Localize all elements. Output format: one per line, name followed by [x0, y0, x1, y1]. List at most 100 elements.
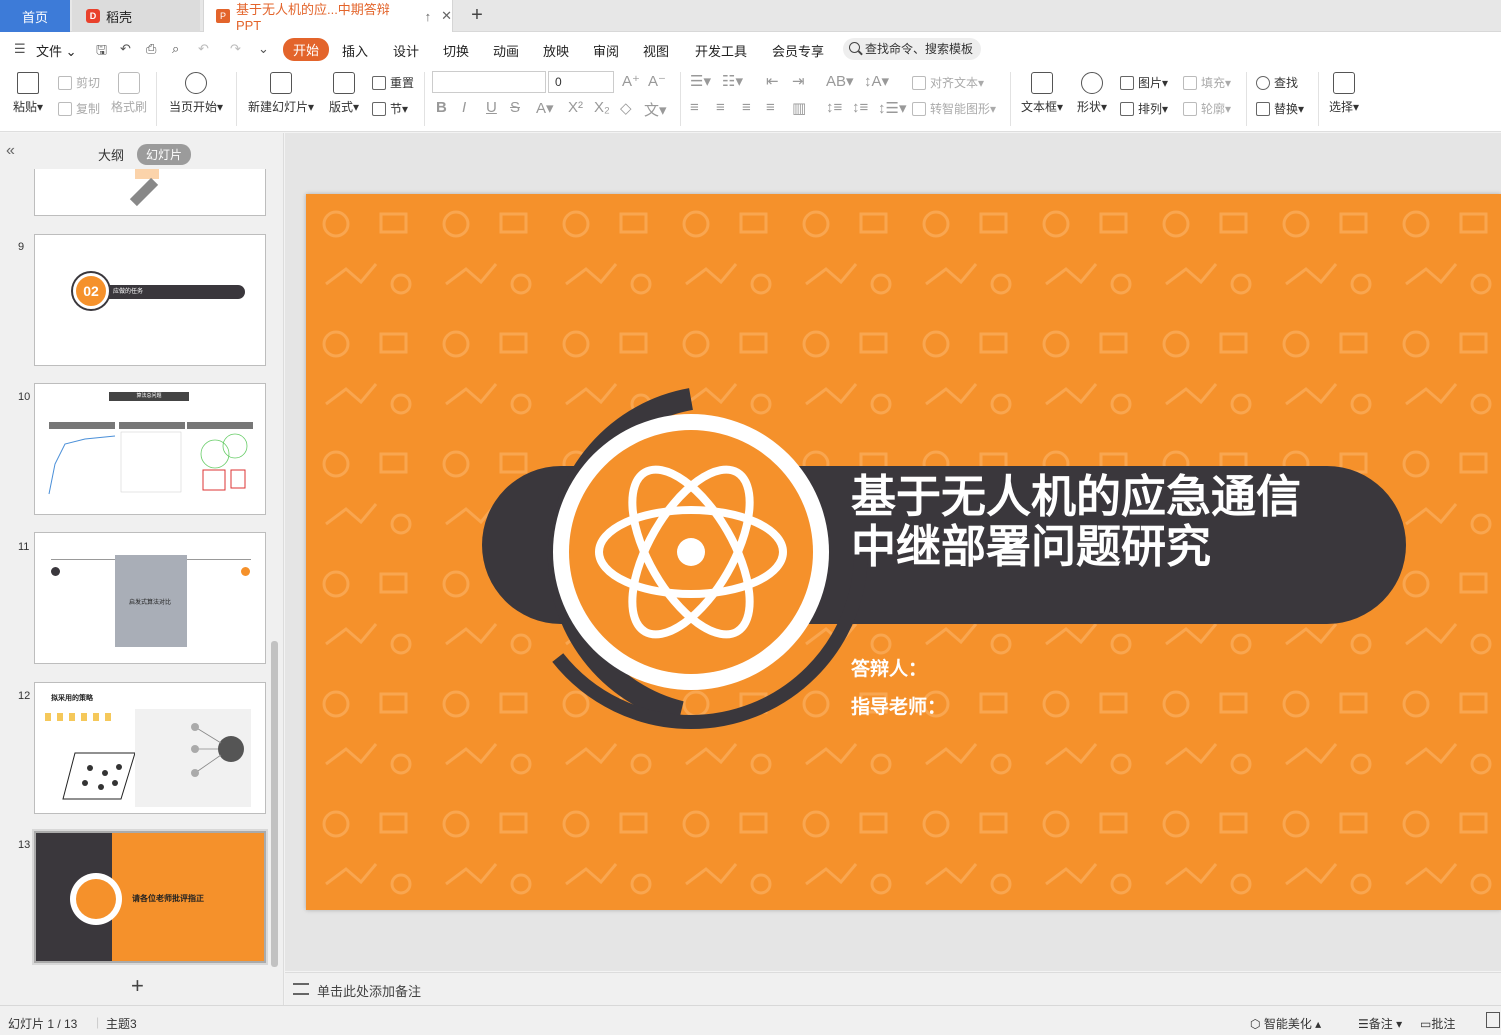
menu-insert[interactable]: 插入	[342, 41, 368, 60]
numbering-icon[interactable]: ☷▾	[722, 72, 743, 90]
ribbon-separator	[236, 72, 237, 126]
textbox-button[interactable]: 文本框▾	[1018, 72, 1066, 115]
decrease-font-icon[interactable]: A⁻	[648, 72, 666, 90]
select-button[interactable]: 选择▾	[1326, 72, 1362, 115]
tab-document[interactable]: P 基于无人机的应...中期答辩PPT ↑ ✕	[203, 0, 453, 33]
clear-format-icon[interactable]: ◇	[620, 99, 632, 117]
menu-review[interactable]: 审阅	[593, 41, 619, 60]
tab-outline[interactable]: 大纲	[98, 145, 124, 164]
slide-thumbnail-11[interactable]: 启发式算法对比	[34, 532, 266, 664]
picture-button[interactable]: 图片 ▾	[1120, 74, 1168, 91]
strikethrough-icon[interactable]: S	[510, 99, 520, 116]
sort-icon[interactable]: ↕A▾	[864, 72, 889, 90]
distribute-icon[interactable]: ▥	[792, 99, 806, 117]
menu-design[interactable]: 设计	[393, 41, 419, 60]
from-current-slide-button[interactable]: 当页开始▾	[166, 72, 226, 115]
undo-icon[interactable]: ↶	[198, 41, 209, 57]
menu-developer[interactable]: 开发工具	[695, 41, 747, 60]
normal-view-icon[interactable]	[1486, 1012, 1500, 1028]
section-button[interactable]: 节 ▾	[372, 100, 408, 117]
pin-up-icon[interactable]: ↑	[425, 9, 432, 24]
justify-icon[interactable]: ≡	[766, 99, 775, 116]
text-direction-icon[interactable]: AB▾	[826, 72, 854, 90]
advisor-label[interactable]: 指导老师：	[851, 692, 946, 719]
slide-thumbnail-9[interactable]: 02 应做的任务	[34, 234, 266, 366]
new-tab-icon[interactable]: +	[466, 4, 488, 27]
print-preview-icon[interactable]: ⌕	[172, 41, 179, 57]
close-tab-icon[interactable]: ✕	[441, 8, 452, 24]
notes-bar[interactable]: 单击此处添加备注	[285, 972, 1501, 1005]
superscript-icon[interactable]: X²	[568, 99, 583, 116]
collapse-panel-icon[interactable]: «	[6, 142, 15, 160]
outline-button[interactable]: 轮廓 ▾	[1183, 100, 1231, 117]
panel-scrollbar[interactable]	[271, 641, 278, 967]
increase-font-icon[interactable]: A⁺	[622, 72, 640, 90]
menu-view[interactable]: 视图	[643, 41, 669, 60]
theme-name[interactable]: 主题3	[106, 1015, 137, 1032]
slide-thumbnail-13[interactable]: 请各位老师批评指正	[32, 829, 268, 965]
new-slide-button[interactable]: 新建幻灯片▾	[246, 72, 316, 115]
font-color-icon[interactable]: A▾	[536, 99, 554, 117]
paragraph-spacing-icon[interactable]: ↕≡	[852, 99, 868, 116]
menu-member[interactable]: 会员专享	[772, 41, 824, 60]
copy-button[interactable]: 复制	[58, 100, 100, 117]
slide-thumbnail-10[interactable]: 算法总问题	[34, 383, 266, 515]
font-size-select[interactable]: 0	[548, 71, 614, 93]
print-icon[interactable]: ⎙	[146, 41, 156, 57]
defender-label[interactable]: 答辩人：	[851, 654, 927, 681]
undo-history-icon[interactable]: ↶	[120, 41, 131, 57]
smart-beautify-button[interactable]: ⬡ 智能美化 ▴	[1250, 1015, 1321, 1032]
columns-icon[interactable]: ↕☰▾	[878, 99, 906, 117]
reset-button[interactable]: 重置	[372, 74, 414, 91]
slide-thumbnail-12[interactable]: 拟采用的策略	[34, 682, 266, 814]
line-spacing-icon[interactable]: ↕≡	[826, 99, 842, 116]
fill-button[interactable]: 填充 ▾	[1183, 74, 1231, 91]
format-painter-button[interactable]: 格式刷	[108, 72, 150, 115]
subscript-icon[interactable]: X₂	[594, 99, 610, 116]
hamburger-icon[interactable]: ☰	[14, 41, 26, 57]
comments-button[interactable]: ▭批注	[1420, 1015, 1455, 1032]
shapes-button[interactable]: 形状▾	[1074, 72, 1110, 115]
menu-transition[interactable]: 切换	[443, 41, 469, 60]
italic-icon[interactable]: I	[462, 99, 466, 116]
docer-logo-icon: D	[86, 9, 100, 23]
cut-button[interactable]: 剪切	[58, 74, 100, 91]
menu-slideshow[interactable]: 放映	[543, 41, 569, 60]
slide-title[interactable]: 基于无人机的应急通信 中继部署问题研究	[851, 472, 1301, 572]
slide-thumbnail-8[interactable]	[34, 169, 266, 216]
arrange-button[interactable]: 排列 ▾	[1120, 100, 1168, 117]
add-slide-icon[interactable]: +	[131, 973, 144, 999]
phonetic-icon[interactable]: 文▾	[644, 99, 667, 120]
align-left-icon[interactable]: ≡	[690, 99, 699, 116]
align-center-icon[interactable]: ≡	[716, 99, 725, 116]
bold-icon[interactable]: B	[436, 99, 447, 116]
find-button[interactable]: 查找	[1256, 74, 1298, 91]
tab-docer[interactable]: D 稻壳	[72, 0, 200, 32]
convert-smartart-button[interactable]: 转智能图形 ▾	[912, 100, 996, 117]
current-slide[interactable]: 基于无人机的应急通信 中继部署问题研究 答辩人： 指导老师：	[306, 194, 1501, 910]
menu-start[interactable]: 开始	[283, 38, 330, 61]
font-family-select[interactable]	[432, 71, 546, 93]
save-icon[interactable]: 🖫	[96, 41, 107, 63]
bullets-icon[interactable]: ☰▾	[690, 72, 711, 90]
menu-animation[interactable]: 动画	[493, 41, 519, 60]
align-right-icon[interactable]: ≡	[742, 99, 751, 116]
underline-icon[interactable]: U	[486, 99, 497, 116]
menu-file[interactable]: 文件 ⌄	[36, 41, 77, 60]
paste-button[interactable]: 粘贴▾	[10, 72, 46, 115]
quick-access-dropdown-icon[interactable]: ⌄	[258, 41, 269, 57]
tab-slides[interactable]: 幻灯片	[137, 144, 192, 165]
replace-label: 替换	[1274, 102, 1299, 116]
layout-button[interactable]: 版式▾	[326, 72, 362, 115]
command-search[interactable]: 查找命令、搜索模板	[843, 38, 981, 60]
cut-label: 剪切	[76, 76, 101, 90]
tab-home[interactable]: 首页	[0, 0, 70, 32]
from-start-label: 当页开始	[168, 100, 217, 114]
slide-navigation-panel: « 大纲 幻灯片 9 02 应做的任务 10 算法总问题 11 启发式算法对比 …	[0, 133, 284, 1005]
redo-icon[interactable]: ↷	[230, 41, 241, 57]
increase-indent-icon[interactable]: ⇥	[792, 72, 805, 90]
notes-button[interactable]: ☰备注 ▾	[1358, 1015, 1402, 1032]
replace-button[interactable]: 替换 ▾	[1256, 100, 1304, 117]
decrease-indent-icon[interactable]: ⇤	[766, 72, 779, 90]
align-text-button[interactable]: 对齐文本 ▾	[912, 74, 984, 91]
